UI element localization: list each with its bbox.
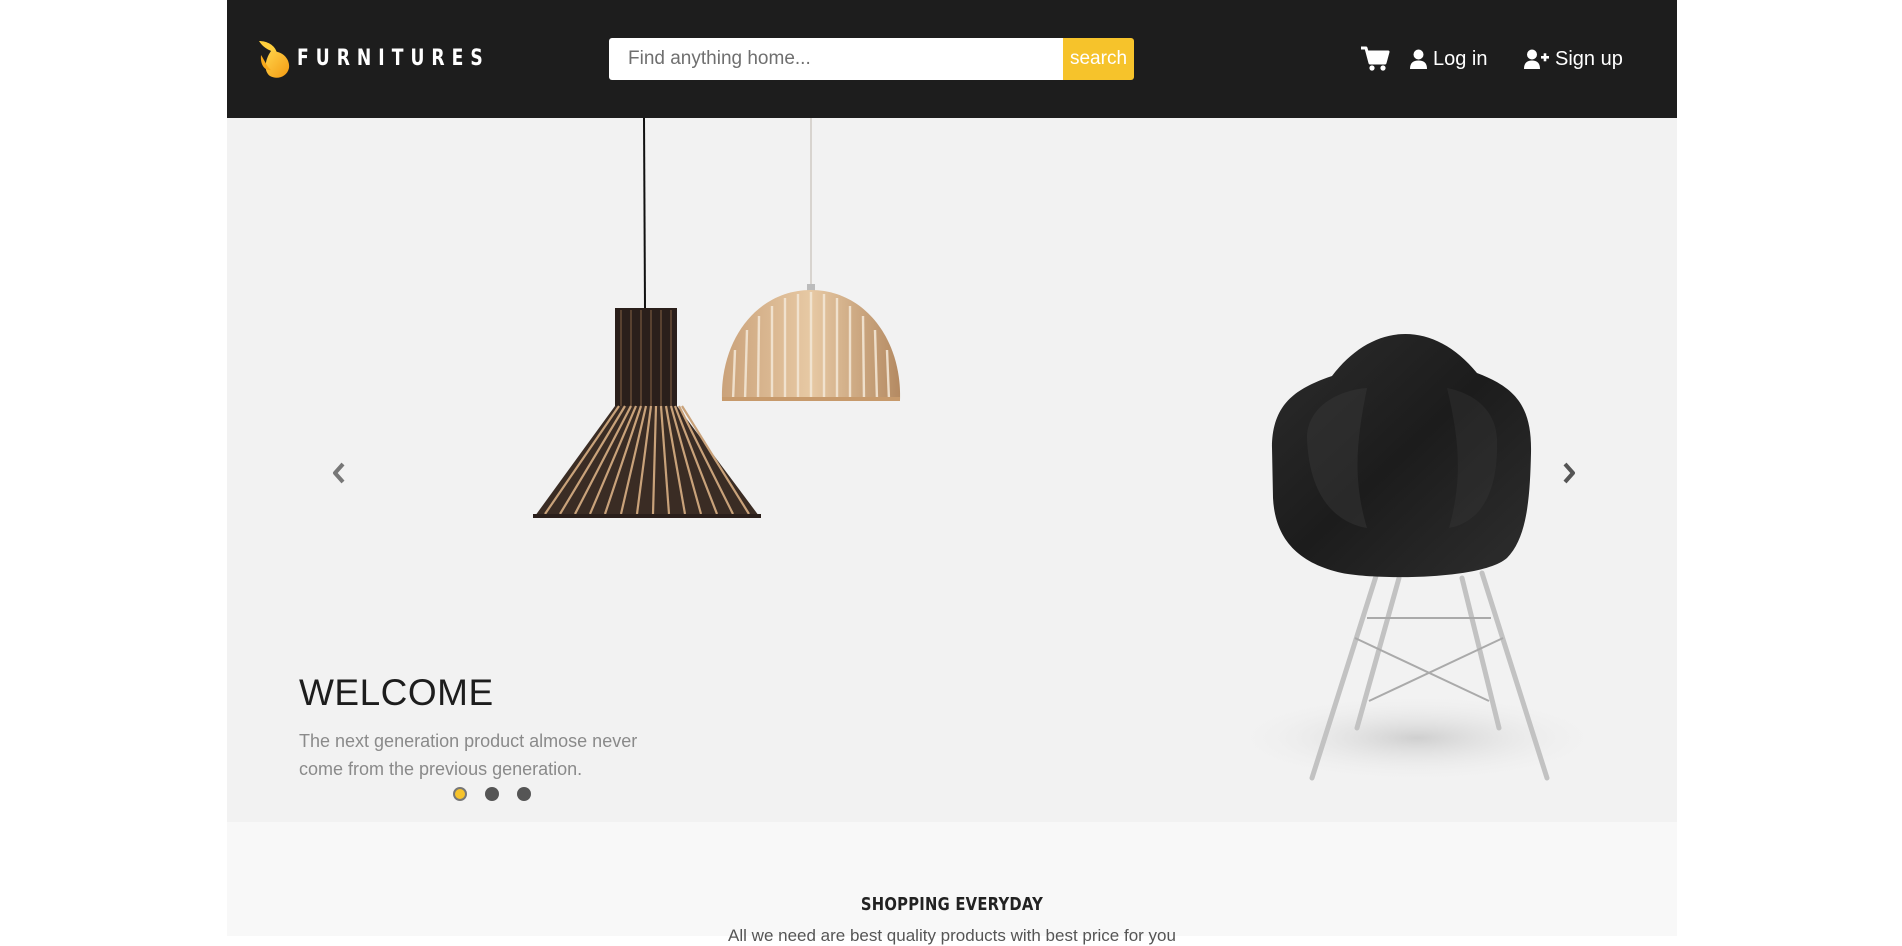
hero-carousel: WELCOME The next generation product almo… bbox=[227, 118, 1677, 822]
user-icon bbox=[1410, 49, 1427, 69]
hero-title: WELCOME bbox=[299, 672, 494, 713]
signup-link[interactable]: Sign up bbox=[1524, 42, 1623, 76]
carousel-prev-button[interactable] bbox=[324, 453, 354, 493]
carousel-next-button[interactable] bbox=[1554, 453, 1584, 493]
site-header: FURNITURES search Log in bbox=[227, 0, 1677, 118]
pendant-lamp-wood bbox=[721, 118, 901, 401]
hero-caption: WELCOME The next generation product almo… bbox=[299, 672, 679, 783]
section-title: SHOPPING EVERYDAY bbox=[860, 894, 1044, 915]
user-plus-icon bbox=[1524, 49, 1549, 69]
login-link[interactable]: Log in bbox=[1410, 42, 1488, 76]
cart-button[interactable] bbox=[1360, 42, 1390, 76]
hero-subtitle: The next generation product almose never… bbox=[299, 731, 638, 779]
armchair bbox=[1227, 333, 1607, 783]
signup-label: Sign up bbox=[1555, 47, 1623, 70]
cart-icon bbox=[1361, 46, 1390, 71]
carousel-dot-3[interactable] bbox=[517, 787, 531, 801]
carousel-dot-2[interactable] bbox=[485, 787, 499, 801]
page: FURNITURES search Log in bbox=[227, 0, 1677, 945]
section-text: All we need are best quality products wi… bbox=[728, 926, 1176, 945]
carousel-dot-1[interactable] bbox=[453, 787, 467, 801]
login-label: Log in bbox=[1433, 47, 1488, 70]
chevron-right-icon bbox=[1563, 462, 1575, 484]
pendant-lamp-dark bbox=[533, 118, 761, 518]
shopping-section: SHOPPING EVERYDAY All we need are best q… bbox=[227, 822, 1677, 945]
chevron-left-icon bbox=[333, 462, 345, 484]
header-nav: Log in Sign up bbox=[227, 42, 1677, 76]
